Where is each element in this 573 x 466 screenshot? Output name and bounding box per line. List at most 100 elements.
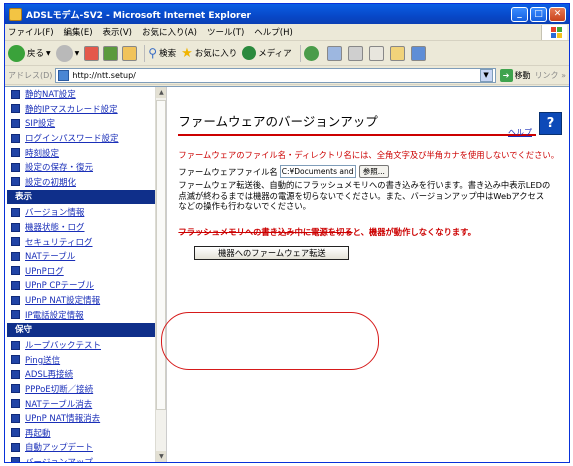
- sidebar-item-label: バージョンアップ: [25, 456, 93, 462]
- sidebar-item[interactable]: UPnP CPテーブル: [7, 278, 166, 293]
- scroll-up-icon[interactable]: ▲: [156, 87, 167, 98]
- firmware-file-input[interactable]: C:¥Documents and S: [279, 165, 356, 178]
- sidebar-item[interactable]: バージョンアップ: [7, 455, 166, 462]
- sidebar-item[interactable]: バージョン情報: [7, 205, 166, 220]
- sidebar-item-label: 時刻設定: [25, 148, 60, 159]
- menu-item-icon: [11, 266, 20, 276]
- sidebar-item[interactable]: UPnP NAT情報消去: [7, 411, 166, 426]
- sidebar-item[interactable]: ログインパスワード設定: [7, 131, 166, 146]
- menu-item-icon: [11, 280, 20, 290]
- discuss-icon[interactable]: [389, 45, 405, 61]
- menu-tools[interactable]: ツール(T): [207, 26, 244, 38]
- menu-item-icon: [11, 428, 20, 438]
- sidebar-item[interactable]: 設定の保存・復元: [7, 160, 166, 175]
- sidebar-item-label: UPnP CPテーブル: [25, 281, 94, 292]
- back-button[interactable]: 戻る ▼: [8, 44, 51, 62]
- scroll-thumb[interactable]: [156, 100, 167, 410]
- stop-icon[interactable]: [84, 45, 100, 61]
- sidebar-item[interactable]: セキュリティログ: [7, 234, 166, 249]
- sidebar-item[interactable]: 設定の初期化: [7, 175, 166, 190]
- menu-item-icon: [11, 237, 20, 247]
- messenger-icon[interactable]: [410, 45, 426, 61]
- address-dropdown-icon[interactable]: ▼: [479, 68, 493, 82]
- sidebar-item-label: UPnP NAT情報消去: [25, 414, 101, 425]
- sidebar-item-label: Ping送信: [25, 355, 61, 366]
- help-link[interactable]: ヘルプ: [508, 127, 532, 138]
- menu-item-icon: [11, 118, 20, 128]
- sidebar-item[interactable]: IP電話設定情報: [7, 307, 166, 322]
- menu-favorites[interactable]: お気に入り(A): [142, 26, 197, 38]
- go-arrow-icon: ➔: [499, 68, 513, 82]
- sidebar-item[interactable]: NATテーブル: [7, 249, 166, 264]
- menu-item-icon: [11, 89, 20, 99]
- favorites-button[interactable]: ★ お気に入り: [181, 46, 237, 61]
- ie-app-icon: [9, 7, 22, 21]
- forward-button[interactable]: ▼: [55, 44, 79, 62]
- sidebar-item[interactable]: NATテーブル消去: [7, 396, 166, 411]
- favorites-label: お気に入り: [194, 49, 238, 59]
- search-button[interactable]: ⚲ 検索: [148, 46, 176, 60]
- sidebar-item-label: セキュリティログ: [25, 237, 93, 248]
- sidebar-item[interactable]: UPnP NAT設定情報: [7, 293, 166, 308]
- sidebar-item-label: 静的NAT設定: [25, 90, 76, 101]
- sidebar-item[interactable]: 静的NAT設定: [7, 87, 166, 102]
- home-icon[interactable]: [122, 45, 138, 61]
- back-label: 戻る: [27, 49, 45, 59]
- file-row: ファームウェアファイル名 C:¥Documents and S 参照...: [178, 165, 559, 178]
- menu-help[interactable]: ヘルプ(H): [254, 26, 293, 38]
- sidebar-item-label: ADSL再接続: [25, 370, 73, 381]
- links-button[interactable]: リンク »: [535, 70, 566, 81]
- filename-warning: ファームウェアのファイル名・ディレクトリ名には、全角文字及び半角カナを使用しない…: [178, 150, 559, 160]
- sidebar-item[interactable]: UPnPログ: [7, 264, 166, 279]
- sidebar-item[interactable]: 機器状態・ログ: [7, 220, 166, 235]
- sidebar-item[interactable]: ADSL再接続: [7, 367, 166, 382]
- sidebar-item[interactable]: SIP設定: [7, 116, 166, 131]
- menu-edit[interactable]: 編集(E): [64, 26, 93, 38]
- address-label: アドレス(D): [8, 70, 53, 80]
- close-button[interactable]: ✕: [549, 6, 566, 22]
- scroll-down-icon[interactable]: ▼: [156, 451, 167, 462]
- maximize-button[interactable]: □: [530, 6, 547, 22]
- sidebar-item-label: IP電話設定情報: [25, 310, 84, 321]
- print-icon[interactable]: [347, 45, 363, 61]
- media-button[interactable]: メディア: [242, 46, 292, 60]
- sidebar-frame: 静的NAT設定 静的IPマスカレード設定 SIP設定 ログインパスワード設定 時刻設定設…: [5, 87, 168, 462]
- sidebar-item[interactable]: 再起動: [7, 425, 166, 440]
- sidebar-item[interactable]: Ping送信: [7, 353, 166, 368]
- history-icon[interactable]: [303, 45, 319, 61]
- title-bar: ADSLモデム-SV2 - Microsoft Internet Explore…: [5, 4, 569, 24]
- browse-button[interactable]: 参照...: [358, 165, 389, 178]
- sidebar-item[interactable]: 静的IPマスカレード設定: [7, 102, 166, 117]
- power-warning: フラッシュメモリへの書き込み中に電源を切ると、機器が動作しなくなります。: [178, 226, 559, 238]
- address-input[interactable]: http://ntt.setup/ ▼: [55, 67, 496, 83]
- sidebar-item-label: ループバックテスト: [25, 341, 101, 352]
- star-icon: ★: [181, 45, 193, 61]
- edit-icon[interactable]: [368, 45, 384, 61]
- sidebar-item[interactable]: PPPoE切断／接続: [7, 382, 166, 397]
- menu-item-icon: [11, 251, 20, 261]
- back-arrow-icon: [8, 44, 25, 62]
- menu-file[interactable]: ファイル(F): [8, 26, 54, 38]
- minimize-button[interactable]: _: [511, 6, 528, 22]
- sidebar-item-label: バージョン情報: [25, 208, 85, 219]
- sidebar-item[interactable]: 時刻設定: [7, 145, 166, 160]
- firmware-transfer-button[interactable]: 機器へのファームウェア転送: [194, 245, 350, 260]
- sidebar-scrollbar[interactable]: ▲ ▼: [155, 87, 167, 462]
- sidebar-item-label: UPnP NAT設定情報: [25, 296, 101, 307]
- help-icon[interactable]: ?: [539, 112, 562, 135]
- menu-bar: ファイル(F) 編集(E) 表示(V) お気に入り(A) ツール(T) ヘルプ(…: [5, 24, 569, 41]
- sidebar-item[interactable]: ループバックテスト: [7, 338, 166, 353]
- menu-item-icon: [11, 384, 20, 394]
- refresh-icon[interactable]: [103, 45, 119, 61]
- sidebar-item[interactable]: 自動アップデート: [7, 440, 166, 455]
- power-warning-struck: フラッシュメモリへの書き込み中に電源を切る: [178, 226, 353, 237]
- go-label: 移動: [514, 70, 531, 80]
- go-button[interactable]: ➔ 移動: [499, 68, 531, 82]
- address-bar: アドレス(D) http://ntt.setup/ ▼ ➔ 移動 リンク »: [5, 66, 569, 85]
- menu-view[interactable]: 表示(V): [103, 26, 132, 38]
- sidebar-item-label: 自動アップデート: [25, 443, 94, 454]
- power-warning-rest: と、機器が動作しなくなります。: [352, 226, 476, 237]
- sidebar-item-label: PPPoE切断／接続: [25, 384, 94, 395]
- mail-icon[interactable]: [326, 45, 342, 61]
- sidebar-item-label: 機器状態・ログ: [25, 223, 85, 234]
